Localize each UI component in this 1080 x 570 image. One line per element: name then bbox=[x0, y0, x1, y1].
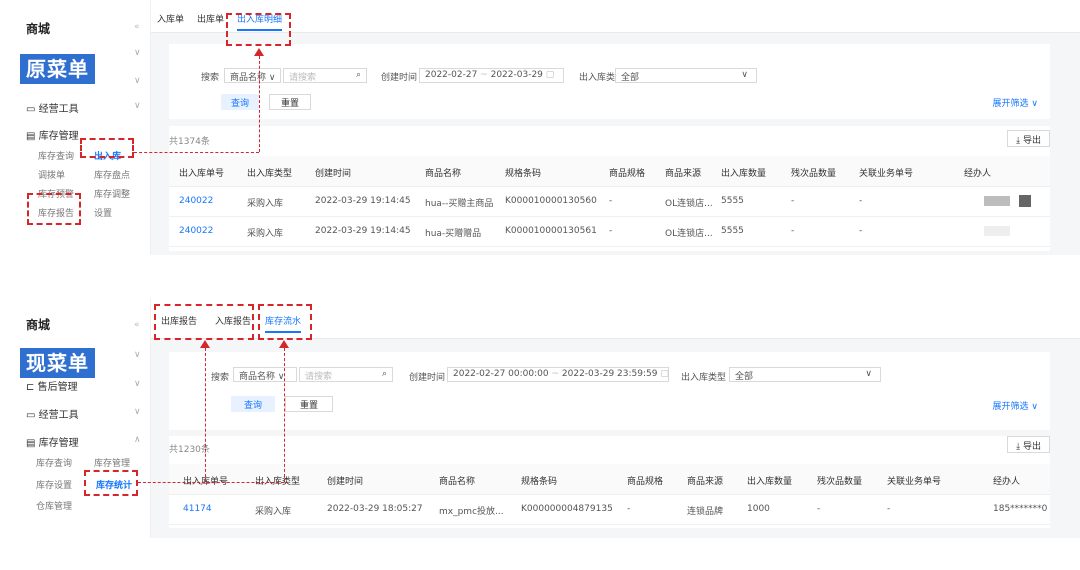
query-button[interactable]: 查询 bbox=[231, 396, 275, 412]
date-range-input[interactable]: 2022-02-27 00:00:00 ~ 2022-03-29 23:59:5… bbox=[447, 367, 669, 382]
type-label: 出入库类型 bbox=[681, 373, 727, 383]
table-header: 出入库单号 出入库类型 创建时间 商品名称 规格条码 商品规格 商品来源 出入库… bbox=[169, 464, 1050, 495]
date-range-input[interactable]: 2022-02-27 ~ 2022-03-29 ▢ bbox=[419, 68, 564, 83]
original-menu-label: 原菜单 bbox=[20, 54, 95, 84]
arrow-up-icon bbox=[279, 340, 289, 348]
tool-icon: ▭ bbox=[26, 104, 36, 115]
redacted-handler bbox=[1019, 195, 1031, 207]
record-count: 共1230条 bbox=[169, 445, 210, 455]
brand-title: 商城 bbox=[26, 22, 51, 36]
annotation-box bbox=[226, 13, 291, 46]
redacted-handler bbox=[984, 196, 1010, 206]
annotation-box bbox=[258, 304, 312, 340]
search-input[interactable]: 请搜索 ⌕ bbox=[283, 68, 367, 83]
search-input[interactable]: 请搜索 ⌕ bbox=[299, 367, 393, 382]
created-time-label: 创建时间 bbox=[381, 73, 418, 83]
chevron-down-icon: ∨ bbox=[134, 101, 141, 111]
table-card: 共1230条 ⤓ 导出 出入库单号 出入库类型 创建时间 商品名称 规格条码 商… bbox=[169, 436, 1050, 528]
annotation-box bbox=[154, 304, 254, 340]
sub-item[interactable]: 库存管理 bbox=[94, 456, 130, 469]
sidebar-item-inventory[interactable]: ▤ 库存管理 bbox=[26, 434, 79, 449]
table-row: 41174 采购入库 2022-03-29 18:05:27 mx_pmc投放.… bbox=[169, 494, 1050, 525]
search-field-select[interactable]: 商品名称 ∨ bbox=[224, 68, 281, 83]
table-row: 240022 采购入库 2022-03-29 19:14:45 hua--买赠主… bbox=[169, 186, 1050, 217]
annotation-box bbox=[80, 138, 134, 158]
sidebar-item-aftersale[interactable]: ⊏ 售后管理 bbox=[26, 378, 78, 393]
sub-item[interactable]: 库存盘点 bbox=[94, 168, 130, 181]
annotation-box bbox=[27, 193, 81, 225]
chevron-down-icon: ∨ bbox=[134, 48, 141, 58]
calendar-icon: ▢ bbox=[660, 369, 669, 379]
original-menu-panel: 商城 « ∨ ∨ 原菜单 ▭ 经营工具 ∨ ▤ 库存管理 库存查询 出入库 调拨… bbox=[0, 0, 1080, 255]
inventory-icon: ▤ bbox=[26, 131, 36, 142]
expand-filter-link[interactable]: 展开筛选 ∨ bbox=[993, 399, 1038, 412]
sidebar-item-tools[interactable]: ▭ 经营工具 bbox=[26, 406, 79, 421]
annotation-connector bbox=[205, 348, 206, 482]
download-icon: ⤓ bbox=[1016, 442, 1021, 452]
tab-inbound[interactable]: 入库单 bbox=[157, 12, 184, 25]
chevron-down-icon: ∨ bbox=[741, 70, 748, 80]
tool-icon: ▭ bbox=[26, 410, 36, 421]
sidebar-item-inventory[interactable]: ▤ 库存管理 bbox=[26, 127, 79, 142]
tab-outbound[interactable]: 出库单 bbox=[197, 12, 224, 25]
table-row: 240022 采购入库 2022-03-29 19:14:45 hua-买赠赠品… bbox=[169, 216, 1050, 247]
sidebar: 商城 « ∨ 现菜单 ⊏ 售后管理 ∨ ▭ 经营工具 ∨ ▤ 库存管理 ∧ 库存… bbox=[0, 298, 151, 538]
collapse-icon[interactable]: « bbox=[134, 22, 140, 32]
sub-item[interactable]: 设置 bbox=[94, 206, 112, 219]
aftersale-icon: ⊏ bbox=[26, 382, 35, 393]
search-icon: ⌕ bbox=[381, 369, 387, 379]
arrow-up-icon bbox=[200, 340, 210, 348]
current-menu-label: 现菜单 bbox=[20, 348, 95, 378]
sub-item[interactable]: 库存设置 bbox=[36, 478, 72, 491]
chevron-up-icon: ∧ bbox=[134, 435, 141, 445]
chevron-down-icon: ∨ bbox=[268, 73, 276, 83]
chevron-down-icon: ∨ bbox=[134, 407, 141, 417]
filter-card: 搜索 商品名称 ∨ 请搜索 ⌕ 创建时间 2022-02-27 ~ 2022-0… bbox=[169, 44, 1050, 119]
export-button[interactable]: ⤓ 导出 bbox=[1007, 130, 1050, 147]
annotation-connector bbox=[259, 56, 260, 152]
created-time-label: 创建时间 bbox=[409, 373, 446, 383]
search-icon: ⌕ bbox=[355, 70, 361, 80]
query-button[interactable]: 查询 bbox=[221, 94, 259, 110]
search-field-select[interactable]: 商品名称 ∨ bbox=[233, 367, 297, 382]
expand-filter-link[interactable]: 展开筛选 ∨ bbox=[993, 96, 1038, 109]
annotation-box bbox=[84, 470, 138, 496]
reset-button[interactable]: 重置 bbox=[269, 94, 311, 110]
chevron-down-icon: ∨ bbox=[134, 350, 141, 360]
chevron-down-icon: ∨ bbox=[865, 369, 872, 379]
inventory-icon: ▤ bbox=[26, 438, 36, 449]
filter-card: 搜索 商品名称 ∨ 请搜索 ⌕ 创建时间 2022-02-27 00:00:00… bbox=[169, 352, 1050, 430]
search-label: 搜索 bbox=[211, 373, 230, 383]
sub-item[interactable]: 仓库管理 bbox=[36, 499, 72, 512]
type-select[interactable]: 全部 ∨ bbox=[729, 367, 881, 382]
redacted-handler bbox=[984, 226, 1010, 236]
annotation-connector bbox=[134, 152, 259, 153]
sidebar-item-tools[interactable]: ▭ 经营工具 bbox=[26, 100, 79, 115]
current-menu-panel: 商城 « ∨ 现菜单 ⊏ 售后管理 ∨ ▭ 经营工具 ∨ ▤ 库存管理 ∧ 库存… bbox=[0, 298, 1080, 538]
annotation-connector bbox=[284, 348, 285, 482]
search-label: 搜索 bbox=[201, 73, 220, 83]
table-card: 共1374条 ⤓ 导出 出入库单号 出入库类型 创建时间 商品名称 规格条码 商… bbox=[169, 126, 1050, 251]
reset-button[interactable]: 重置 bbox=[285, 396, 333, 412]
annotation-connector bbox=[138, 482, 284, 483]
chevron-down-icon: ∨ bbox=[134, 379, 141, 389]
table-header: 出入库单号 出入库类型 创建时间 商品名称 规格条码 商品规格 商品来源 出入库… bbox=[169, 156, 1050, 187]
record-count: 共1374条 bbox=[169, 137, 210, 147]
type-select[interactable]: 全部 ∨ bbox=[615, 68, 757, 83]
chevron-down-icon: ∨ bbox=[134, 76, 141, 86]
sub-item[interactable]: 库存查询 bbox=[38, 149, 74, 162]
export-button[interactable]: ⤓ 导出 bbox=[1007, 436, 1050, 453]
sub-item[interactable]: 调拨单 bbox=[38, 168, 65, 181]
sub-item[interactable]: 库存查询 bbox=[36, 456, 72, 469]
brand-title: 商城 bbox=[26, 318, 51, 332]
calendar-icon: ▢ bbox=[545, 70, 555, 80]
download-icon: ⤓ bbox=[1016, 136, 1021, 146]
arrow-up-icon bbox=[254, 48, 264, 56]
sub-item[interactable]: 库存调整 bbox=[94, 187, 130, 200]
collapse-icon[interactable]: « bbox=[134, 320, 140, 330]
